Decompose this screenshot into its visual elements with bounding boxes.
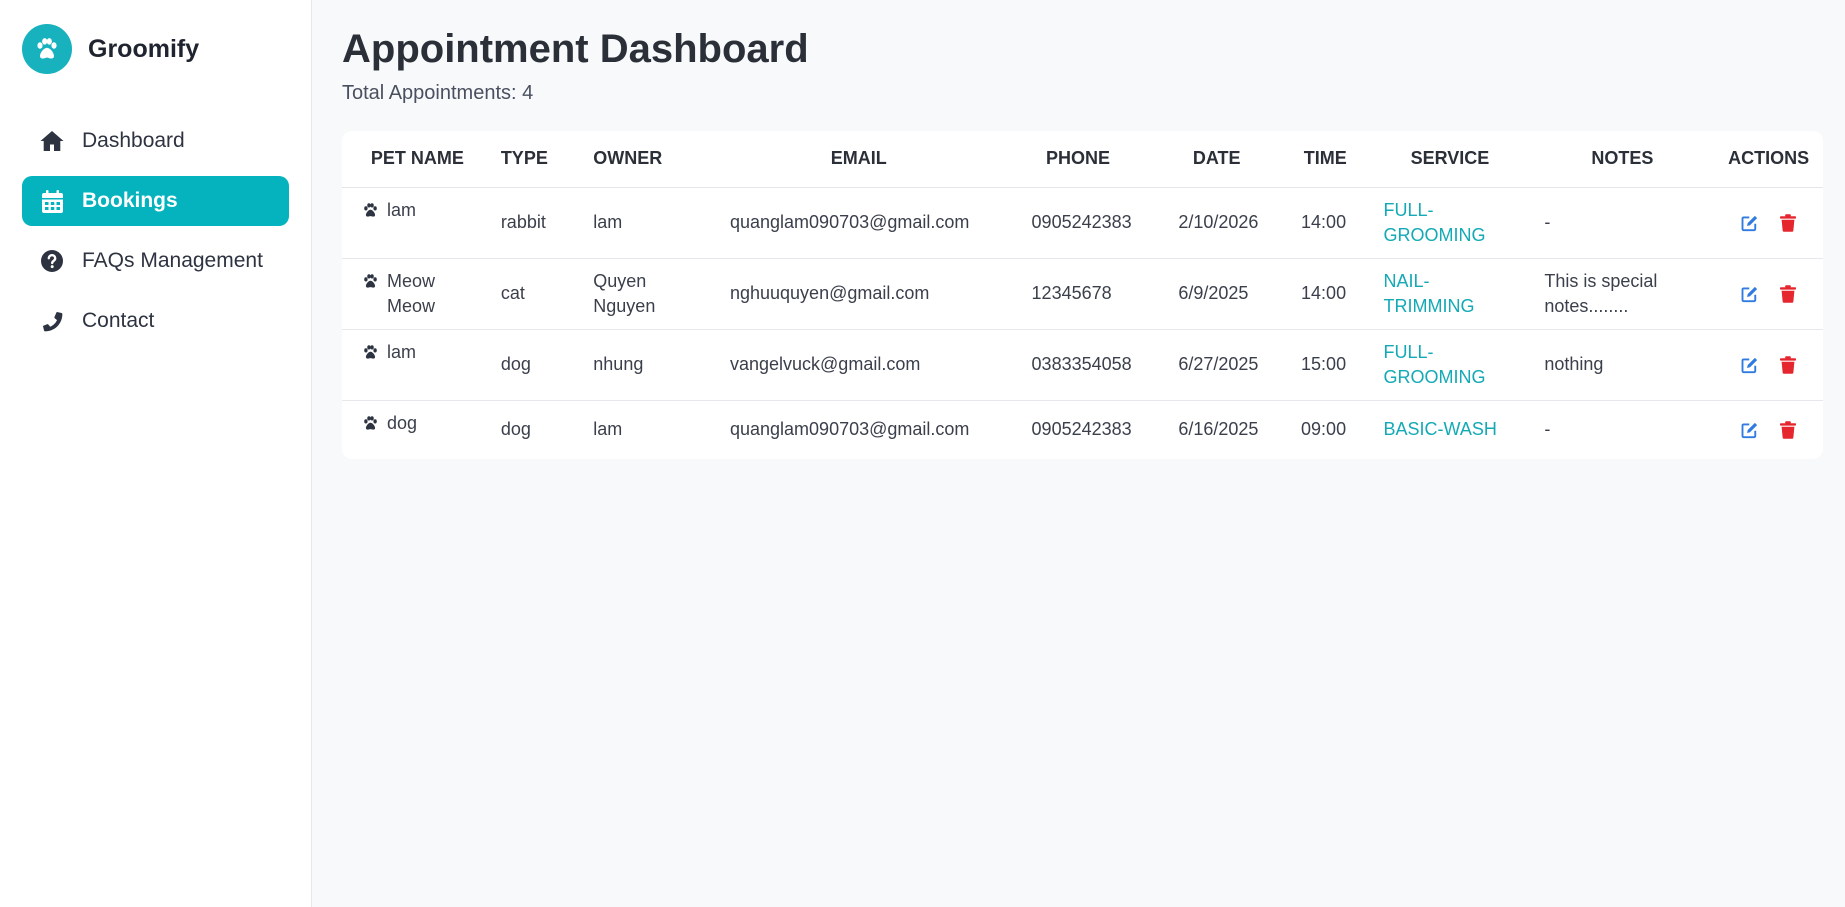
edit-icon[interactable] [1740,420,1760,440]
column-header: OWNER [581,131,714,188]
service-cell: BASIC-WASH [1370,400,1531,459]
pet-name: Meow Meow [387,270,436,316]
page-title: Appointment Dashboard [342,27,809,71]
date-cell: 6/9/2025 [1152,258,1282,330]
time-cell: 09:00 [1301,419,1347,440]
sidebar-item-label: Contact [82,309,155,332]
service-cell: FULL- GROOMING [1369,329,1531,401]
phone-icon [40,309,64,333]
sidebar-item-label: Dashboard [82,129,185,152]
email-cell: quanglam090703@gmail.com [713,187,1004,259]
pet-name-cell: dog [342,400,493,459]
column-header: PHONE [1003,131,1153,188]
sidebar-item-label: FAQs Management [82,249,263,272]
email-cell: nghuuquyen@gmail.com [713,258,1004,330]
paw-icon [362,343,379,368]
total-appointments: Total Appointments: 4 [342,82,534,104]
email-cell: vangelvuck@gmail.com [713,329,1004,401]
service-label: NAIL- TRIMMING [1383,270,1475,316]
sidebar-item-contact[interactable]: Contact [22,296,289,346]
type-cell: rabbit [492,187,582,259]
pet-name-cell: lam [342,329,493,401]
brand-name: Groomify [88,34,200,63]
pet-name: dog [387,412,418,433]
service-label: BASIC-WASH [1383,419,1497,440]
column-header: PET NAME [342,131,493,188]
owner-cell: Quyen Nguyen [581,258,714,330]
sidebar-nav: Dashboard Bookings FAQs Management Conta… [22,116,289,346]
sidebar-item-dashboard[interactable]: Dashboard [22,116,289,166]
table-row: dog dog lam quanglam090703@gmail.com 0905242… [342,400,1823,459]
sidebar-item-label: Bookings [82,189,178,212]
type-cell: dog [492,329,582,401]
service-label: FULL- GROOMING [1383,199,1486,245]
delete-icon[interactable] [1778,420,1798,440]
service-label: FULL- GROOMING [1383,341,1486,387]
type-cell: cat [492,258,582,330]
date-cell: 2/10/2026 [1152,187,1282,259]
time-cell: 15:00 [1281,329,1370,401]
owner-cell: nhung [581,329,714,401]
notes-cell: This is special notes........ [1530,258,1715,330]
table-row: lam dog nhung vangelvuck@gmail.com 038335405… [342,329,1823,401]
actions-cell [1714,400,1823,459]
type-cell: dog [500,419,531,440]
pet-name-cell: lam [342,187,493,259]
appointments-table-card: PET NAME TYPE OWNER EMAIL PHONE DATE TIM… [342,131,1823,459]
brand[interactable]: Groomify [22,24,289,74]
pet-name-cell: Meow Meow [342,258,493,330]
pet-name: lam [387,341,417,362]
column-header: ACTIONS [1714,131,1823,188]
calendar-icon [40,189,64,213]
edit-icon[interactable] [1740,284,1760,304]
owner-cell: lam [581,187,714,259]
delete-icon[interactable] [1778,355,1798,375]
column-header: NOTES [1530,131,1715,188]
pet-name: lam [387,199,417,220]
column-header: DATE [1152,131,1282,188]
edit-icon[interactable] [1740,213,1760,233]
actions-cell [1714,187,1823,259]
paw-icon [362,272,379,297]
paw-icon [22,24,72,74]
home-icon [40,129,64,153]
notes-cell: nothing [1530,329,1715,401]
table-row: lam rabbit lam quanglam090703@gmail.com 0905… [342,187,1823,259]
phone-cell: 0905242383 [1031,419,1132,440]
date-cell: 6/27/2025 [1152,329,1282,401]
sidebar: Groomify Dashboard Bookings FAQs Managem… [0,0,312,907]
email-cell: quanglam090703@gmail.com [729,419,970,440]
table-header-row: PET NAME TYPE OWNER EMAIL PHONE DATE TIM… [342,131,1823,188]
phone-cell: 0383354058 [1003,329,1153,401]
notes-cell: - [1544,419,1551,440]
paw-icon [362,201,379,226]
delete-icon[interactable] [1778,284,1798,304]
date-cell: 6/16/2025 [1178,419,1259,440]
column-header: SERVICE [1369,131,1531,188]
sidebar-item-bookings[interactable]: Bookings [22,176,289,226]
phone-cell: 0905242383 [1003,187,1153,259]
time-cell: 14:00 [1281,258,1370,330]
actions-cell [1714,258,1823,330]
edit-icon[interactable] [1740,355,1760,375]
service-cell: FULL- GROOMING [1369,187,1531,259]
column-header: TIME [1281,131,1370,188]
actions-cell [1714,329,1823,401]
owner-cell: lam [593,419,623,440]
sidebar-item-faqs-management[interactable]: FAQs Management [22,236,289,286]
service-cell: NAIL- TRIMMING [1369,258,1531,330]
appointments-table: PET NAME TYPE OWNER EMAIL PHONE DATE TIM… [342,131,1823,459]
phone-cell: 12345678 [1003,258,1153,330]
column-header: TYPE [492,131,582,188]
column-header: EMAIL [713,131,1004,188]
question-circle-icon [40,249,64,273]
delete-icon[interactable] [1778,213,1798,233]
notes-cell: - [1530,187,1715,259]
time-cell: 14:00 [1281,187,1370,259]
appointments-table-body: lam rabbit lam quanglam090703@gmail.com 0905… [342,187,1823,459]
paw-icon [362,414,379,439]
table-row: Meow Meow cat Quyen Nguyen nghuuquyen@gmail… [342,258,1823,330]
main-content: Appointment Dashboard Total Appointments… [312,0,1845,907]
